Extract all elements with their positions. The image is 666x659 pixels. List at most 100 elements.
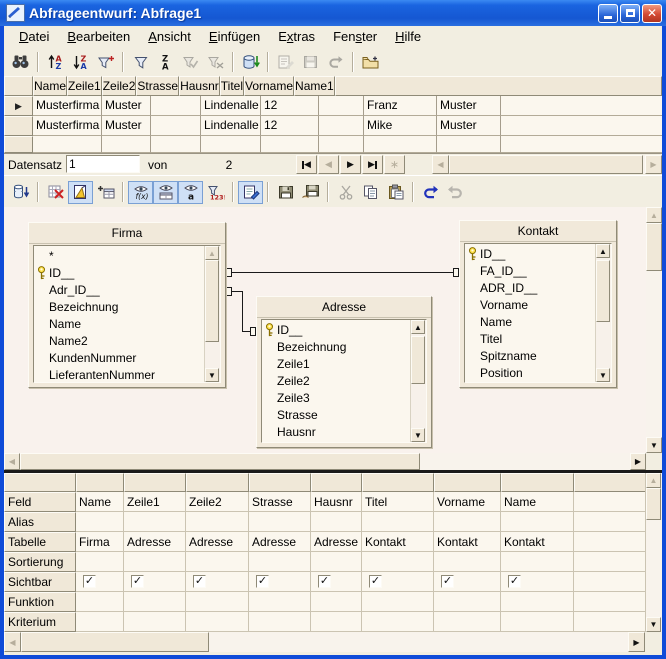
scroll-down-icon[interactable]: ▼ [411,428,425,442]
menu-item[interactable]: Extras [269,27,324,46]
kriterium-cell[interactable] [76,612,124,632]
scroll-right-icon[interactable]: ▶ [645,155,662,174]
field-item[interactable]: Hausnr [262,423,411,440]
field-item[interactable]: Zeile1 [262,355,411,372]
new-record-icon[interactable]: ∗ [384,155,405,174]
find-record-icon[interactable] [8,50,33,73]
apply-filter-icon[interactable] [178,50,203,73]
data-cell[interactable]: Muster [437,116,501,136]
column-header[interactable]: Titel [220,76,244,96]
remove-filter-icon[interactable] [203,50,228,73]
data-cell[interactable]: Muster [102,96,151,116]
kriterium-cell[interactable] [249,612,311,632]
menu-item[interactable]: Einfügen [200,27,269,46]
next-record-icon[interactable]: ▶ [340,155,361,174]
design-horizontal-scrollbar[interactable]: ◀ ▶ [4,453,646,470]
field-item[interactable]: Name2 [34,332,205,349]
edit-data-icon[interactable] [273,50,298,73]
undo-data-entry-icon[interactable] [323,50,348,73]
field-item[interactable]: Spitzname [465,347,596,364]
data-cell[interactable] [261,136,319,153]
paste-icon[interactable] [383,181,408,204]
scrollbar-thumb[interactable] [449,155,643,174]
join-line-firma-kontakt[interactable] [232,272,454,273]
data-cell[interactable] [364,136,437,153]
cut-icon[interactable] [333,181,358,204]
column-header[interactable]: Name1 [294,76,335,96]
field-list-scrollbar[interactable]: ▲ ▼ [204,246,220,382]
criteria-column-header[interactable] [124,473,186,492]
scroll-down-icon[interactable]: ▼ [646,617,661,632]
close-button[interactable]: ✕ [642,4,662,23]
feld-cell[interactable]: Name [76,492,124,512]
first-record-icon[interactable]: ◀ [296,155,317,174]
alias-cell[interactable] [249,512,311,532]
last-record-icon[interactable]: ▶ [362,155,383,174]
design-table-adresse[interactable]: Adresse ID__ Bezeichnung [256,296,432,448]
grid-corner-cell[interactable] [4,76,33,96]
feld-cell[interactable]: Name [501,492,574,512]
tabelle-cell[interactable]: Adresse [124,532,186,552]
sortierung-cell[interactable] [501,552,574,572]
save-record-icon[interactable] [298,50,323,73]
scroll-left-icon[interactable]: ◀ [432,155,449,174]
field-item[interactable]: ID__ [262,321,411,338]
field-item[interactable]: FA_ID__ [465,262,596,279]
criteria-column-header[interactable] [186,473,249,492]
data-cell[interactable]: Lindenalle [201,96,261,116]
data-cell[interactable]: Muster [437,96,501,116]
sortierung-cell[interactable] [311,552,362,572]
funktion-cell[interactable] [249,592,311,612]
maximize-button[interactable] [620,4,640,23]
tabelle-cell[interactable]: Kontakt [434,532,501,552]
alias-cell[interactable] [124,512,186,532]
field-item[interactable]: ID__ [465,245,596,262]
funktion-cell[interactable] [76,592,124,612]
sort-descending-icon[interactable]: ZA [68,50,93,73]
field-item[interactable]: KundenNummer [34,349,205,366]
scrollbar-thumb[interactable] [20,453,420,470]
field-item[interactable]: Position [465,364,596,381]
column-header[interactable]: Vorname [244,76,294,96]
funktion-cell[interactable] [434,592,501,612]
data-cell[interactable]: Mike [364,116,437,136]
sortierung-cell[interactable] [76,552,124,572]
kriterium-cell[interactable] [311,612,362,632]
scroll-left-icon[interactable]: ◀ [4,453,20,470]
sortierung-cell[interactable] [186,552,249,572]
menu-item[interactable]: Fenster [324,27,386,46]
tabelle-cell[interactable]: Adresse [249,532,311,552]
field-item[interactable]: Titel [465,330,596,347]
sort-ascending-icon[interactable]: AZ [43,50,68,73]
standard-filter-icon[interactable] [128,50,153,73]
visible-checkbox[interactable] [441,575,454,588]
field-item[interactable]: * [34,247,205,264]
redo-icon[interactable] [443,181,468,204]
scroll-right-icon[interactable]: ▶ [630,453,646,470]
alias-icon[interactable]: a [178,181,203,204]
scroll-up-icon[interactable]: ▲ [205,246,219,260]
field-item[interactable]: Zeile3 [262,389,411,406]
column-header[interactable]: Hausnr [179,76,220,96]
refresh-icon[interactable] [238,50,263,73]
feld-cell[interactable]: Hausnr [311,492,362,512]
scroll-down-icon[interactable]: ▼ [646,437,662,453]
funktion-cell[interactable] [501,592,574,612]
kriterium-cell[interactable] [501,612,574,632]
clear-query-icon[interactable] [43,181,68,204]
undo-icon[interactable] [418,181,443,204]
feld-cell[interactable]: Zeile1 [124,492,186,512]
data-cell[interactable]: Lindenalle [201,116,261,136]
visible-checkbox[interactable] [369,575,382,588]
data-cell[interactable] [33,136,102,153]
scroll-left-icon[interactable]: ◀ [4,632,21,652]
scroll-up-icon[interactable]: ▲ [646,207,662,223]
feld-cell[interactable]: Titel [362,492,434,512]
field-item[interactable]: ID__ [34,264,205,281]
column-header[interactable]: Zeile2 [102,76,137,96]
table-name-icon[interactable] [153,181,178,204]
criteria-column-header[interactable] [362,473,434,492]
tabelle-cell[interactable]: Adresse [311,532,362,552]
field-list-scrollbar[interactable]: ▲ ▼ [410,320,426,442]
criteria-vertical-scrollbar[interactable]: ▲ ▼ [645,473,662,632]
